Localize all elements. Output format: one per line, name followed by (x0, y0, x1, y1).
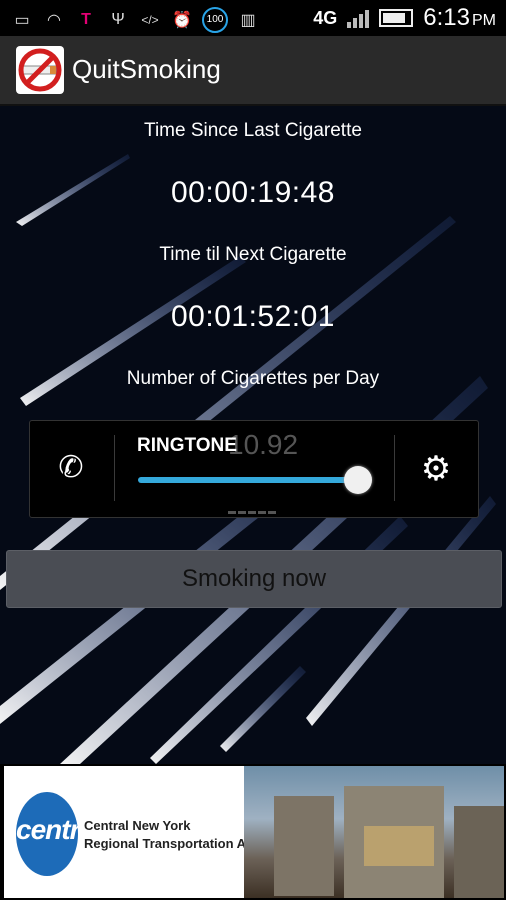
battery-icon (379, 9, 414, 27)
ad-photo (244, 766, 504, 898)
status-right: 4G 6:13 PM (313, 4, 496, 32)
gear-icon[interactable]: ⚙ (418, 451, 454, 487)
signal-icon (347, 8, 370, 28)
action-bar: QuitSmoking (0, 36, 506, 106)
ad-line-1: Central New York (84, 818, 191, 833)
wifi-icon: ◠ (47, 12, 61, 29)
divider (394, 435, 395, 501)
timer-since: 00:00:19:48 (171, 176, 335, 209)
ringtone-slider-track[interactable] (138, 477, 358, 483)
label-per-day: Number of Cigarettes per Day (126, 368, 380, 389)
drag-handle[interactable] (228, 511, 278, 514)
cigarettes-per-day-value: 10.92 (228, 429, 299, 460)
tmobile-icon: T (81, 11, 91, 28)
code-icon: </> (141, 13, 159, 27)
badge-icon: 100 (202, 7, 228, 33)
phone-ringing-icon[interactable]: ✆ (52, 449, 90, 487)
ringtone-label: RINGTONE (137, 435, 237, 456)
smoking-now-button[interactable]: Smoking now (6, 550, 502, 608)
timer-next: 00:01:52:01 (171, 300, 335, 333)
divider (114, 435, 115, 501)
volume-dialog: ✆ 10.92 RINGTONE ⚙ (29, 420, 479, 518)
status-bar: ▭ ◠ T Ψ </> ⏰ 100 ▥ 4G 6:13 PM (0, 0, 506, 36)
usb-icon: Ψ (111, 11, 125, 28)
main-content: Time Since Last Cigarette 00:00:19:48 Ti… (0, 106, 506, 764)
alarm-icon: ⏰ (172, 12, 192, 29)
network-type: 4G (313, 7, 338, 28)
clock: 6:13 PM (423, 4, 496, 31)
barcode-icon: ▥ (240, 12, 256, 29)
notification-icons: ▭ ◠ T Ψ </> ⏰ 100 ▥ (10, 7, 260, 33)
app-logo-icon[interactable] (16, 46, 64, 94)
ad-banner[interactable]: centro Central New York Regional Transpo… (4, 766, 504, 898)
gallery-icon: ▭ (14, 12, 30, 29)
label-time-next: Time til Next Cigarette (159, 244, 347, 265)
label-time-since: Time Since Last Cigarette (144, 120, 362, 141)
ringtone-slider-thumb[interactable] (344, 466, 372, 494)
app-title: QuitSmoking (72, 54, 221, 84)
